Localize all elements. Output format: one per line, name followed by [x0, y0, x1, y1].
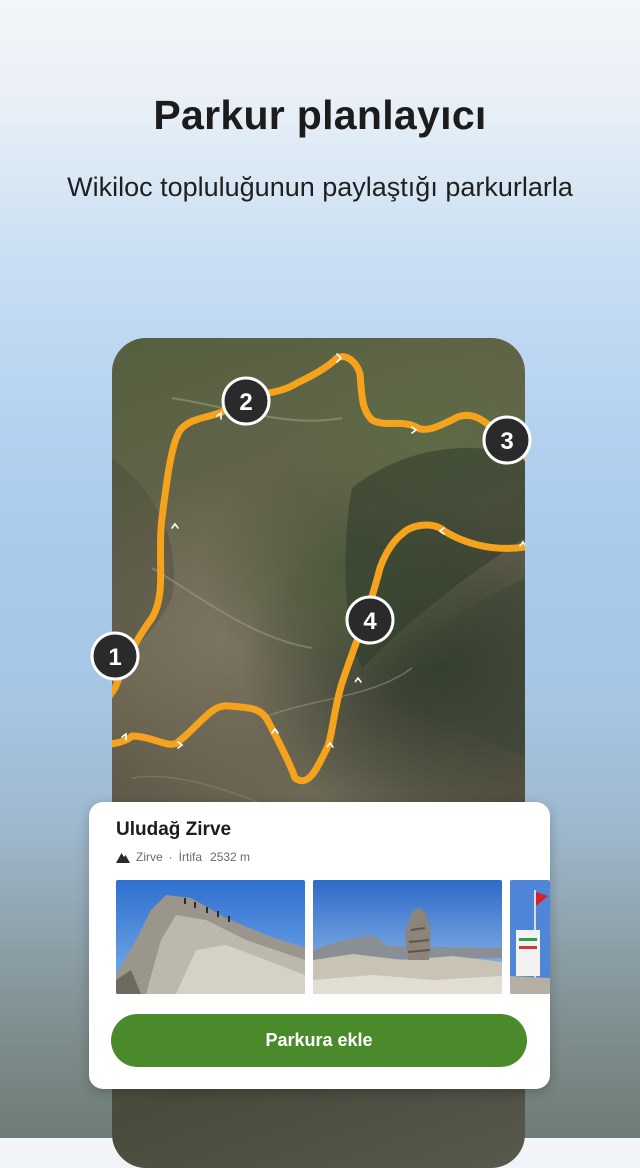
photo-carousel[interactable] — [116, 880, 550, 994]
add-to-route-button[interactable]: Parkura ekle — [111, 1014, 527, 1067]
place-type: Zirve — [136, 850, 163, 864]
waypoint-3[interactable]: 3 — [482, 415, 532, 465]
photo-stone-cairn[interactable] — [313, 880, 502, 994]
waypoint-2[interactable]: 2 — [221, 376, 271, 426]
place-title: Uludağ Zirve — [116, 819, 232, 840]
page-subtitle: Wikiloc topluluğunun paylaştığı parkurla… — [67, 172, 573, 202]
place-card[interactable]: Uludağ Zirve Zirve · İrtifa 2532 m Parku… — [89, 802, 550, 1089]
altitude-label: İrtifa — [178, 850, 203, 864]
waypoint-2-label: 2 — [239, 389, 252, 416]
photo-summit-flag[interactable] — [510, 880, 550, 994]
meta-separator: · — [168, 850, 173, 864]
waypoint-4-label: 4 — [363, 608, 377, 635]
waypoint-1-label: 1 — [108, 644, 121, 671]
waypoint-4[interactable]: 4 — [345, 595, 395, 645]
waypoint-3-label: 3 — [500, 428, 513, 455]
mountain-icon — [116, 853, 130, 863]
waypoint-1[interactable]: 1 — [90, 631, 140, 681]
page-title: Parkur planlayıcı — [153, 92, 487, 138]
altitude-value: 2532 m — [210, 850, 251, 864]
photo-rocky-ridge[interactable] — [116, 880, 305, 994]
place-meta: Zirve · İrtifa 2532 m — [116, 850, 250, 864]
